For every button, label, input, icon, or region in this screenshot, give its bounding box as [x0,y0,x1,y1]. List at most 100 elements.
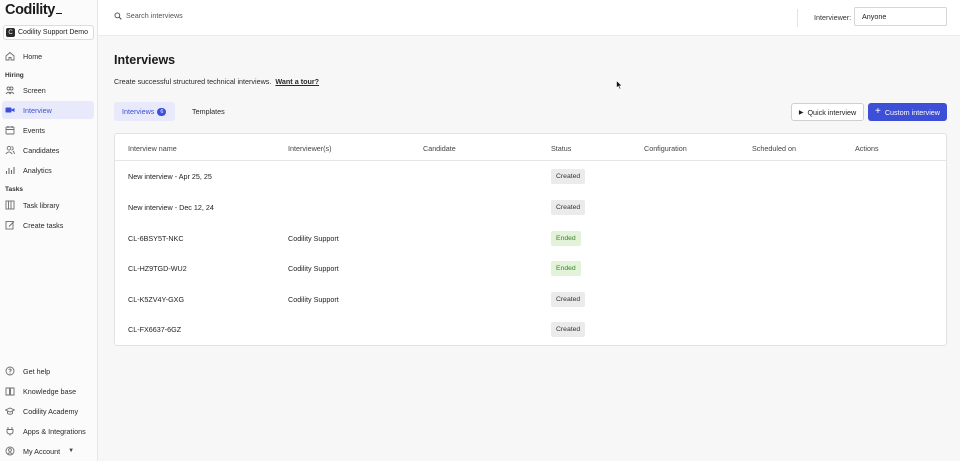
quick-interview-button[interactable]: ▶ Quick interview [791,103,864,121]
want-a-tour-link[interactable]: Want a tour? [275,77,319,86]
column-header[interactable]: Scheduled on [752,144,796,153]
sidebar-item-label: Interview [23,105,52,115]
sidebar-item-apps-integrations[interactable]: Apps & Integrations [2,422,94,440]
tab-label: Templates [192,107,225,116]
status-badge: Ended [551,231,581,246]
search-placeholder: Search interviews [126,11,183,20]
sidebar-item-codility-academy[interactable]: Codility Academy [2,402,94,420]
sidebar-item-label: Screen [23,85,46,95]
search-icon [114,12,122,20]
edit-icon [5,220,15,230]
home-icon [5,51,15,61]
status-badge: Created [551,169,586,184]
calendar-icon [5,125,15,135]
status-badge: Created [551,322,586,337]
sidebar-item-label: Create tasks [23,220,64,230]
sidebar-item-create-tasks[interactable]: Create tasks [2,216,94,234]
play-icon: ▶ [798,109,804,116]
sidebar-item-label: Apps & Integrations [23,426,86,436]
sidebar-item-events[interactable]: Events [2,121,94,139]
screen-icon [5,85,15,95]
interviews-table: Interview name Interviewer(s) Candidate … [114,133,947,346]
video-icon [5,105,15,115]
org-avatar: C [6,28,15,37]
status-badge: Ended [551,261,581,276]
sidebar-item-analytics[interactable]: Analytics [2,161,94,179]
button-label: Quick interview [807,107,857,117]
sidebar-item-label: Task library [23,200,60,210]
academy-icon [5,406,15,416]
chart-icon [5,165,15,175]
org-name: Codility Support Demo [18,29,89,36]
column-header[interactable]: Configuration [644,144,687,153]
table-row[interactable]: New interview - Dec 12, 24 Created [115,193,946,223]
sidebar-item-label: Candidates [23,145,60,155]
table-row[interactable]: CL-HZ9TGD-WU2 Codility Support Ended [115,254,946,284]
sidebar-item-candidates[interactable]: Candidates [2,141,94,159]
users-icon [5,145,15,155]
table-row[interactable]: New interview - Apr 25, 25 Created [115,162,946,192]
org-switcher[interactable]: C Codility Support Demo [3,25,94,40]
interviewer-filter-label: Interviewer: [814,13,852,22]
sidebar-item-get-help[interactable]: Get help [2,362,94,380]
integrations-icon [5,426,15,436]
library-icon [5,200,15,210]
sidebar-item-home[interactable]: Home [2,47,94,65]
table-row[interactable]: CL-K5ZV4Y-GXG Codility Support Created [115,285,946,315]
interview-name[interactable]: CL-6BSY5T-NKC [128,234,184,243]
subtitle-text: Create successful structured technical i… [114,77,272,86]
help-icon [5,366,15,376]
page-title: Interviews [114,53,176,67]
interview-name[interactable]: New interview - Apr 25, 25 [128,172,212,181]
table-header: Interview name Interviewer(s) Candidate … [115,134,946,161]
plus-icon: + [875,106,881,117]
table-row[interactable]: CL-6BSY5T-NKC Codility Support Ended [115,224,946,254]
interviewer-filter-select[interactable]: Anyone [854,7,947,26]
sidebar-item-label: Events [23,125,45,135]
book-icon [5,386,15,396]
column-header: Actions [855,144,879,153]
count-badge: 6 [157,107,167,116]
sidebar-item-label: My Account [23,446,61,456]
chevron-down-icon: ▼ [68,448,75,454]
sidebar: Codility C Codility Support Demo Home Hi… [0,0,98,461]
sidebar-item-label: Codility Academy [23,406,79,416]
table-row[interactable]: CL-FX6637-6GZ Created [115,315,946,345]
sidebar-item-label: Analytics [23,165,52,175]
hiring-section-label: Hiring [5,72,24,79]
button-label: Custom interview [884,107,940,117]
sidebar-item-label: Knowledge base [23,386,77,396]
interview-name[interactable]: New interview - Dec 12, 24 [128,203,214,212]
column-header[interactable]: Interview name [128,144,177,153]
sidebar-item-screen[interactable]: Screen [2,81,94,99]
interviewer-cell: Codility Support [288,264,339,273]
column-header[interactable]: Interviewer(s) [288,144,332,153]
sidebar-item-my-account[interactable]: My Account ▼ [2,442,94,460]
sidebar-item-knowledge-base[interactable]: Knowledge base [2,382,94,400]
top-bar-divider [797,9,798,27]
tasks-section-label: Tasks [5,186,23,193]
account-icon [5,446,15,456]
mouse-pointer-icon [616,80,623,90]
column-header[interactable]: Status [551,144,571,153]
status-badge: Created [551,292,586,307]
sidebar-item-label: Home [23,51,43,61]
interview-name[interactable]: CL-K5ZV4Y-GXG [128,295,184,304]
top-bar: Search interviews Interviewer: Anyone [98,0,960,36]
interviewer-cell: Codility Support [288,234,339,243]
status-badge: Created [551,200,586,215]
page-subtitle: Create successful structured technical i… [114,77,319,86]
column-header[interactable]: Candidate [423,144,456,153]
interview-name[interactable]: CL-HZ9TGD-WU2 [128,264,187,273]
tab-templates[interactable]: Templates [184,102,233,121]
sidebar-item-task-library[interactable]: Task library [2,196,94,214]
sidebar-item-interview[interactable]: Interview [2,101,94,119]
tab-interviews[interactable]: Interviews 6 [114,102,175,121]
tab-label: Interviews [122,107,155,116]
interview-name[interactable]: CL-FX6637-6GZ [128,325,181,334]
sidebar-item-label: Get help [23,366,51,376]
interviewer-cell: Codility Support [288,295,339,304]
codility-logo[interactable]: Codility [5,2,62,18]
custom-interview-button[interactable]: + Custom interview [868,103,947,121]
search-input[interactable]: Search interviews [114,11,183,20]
